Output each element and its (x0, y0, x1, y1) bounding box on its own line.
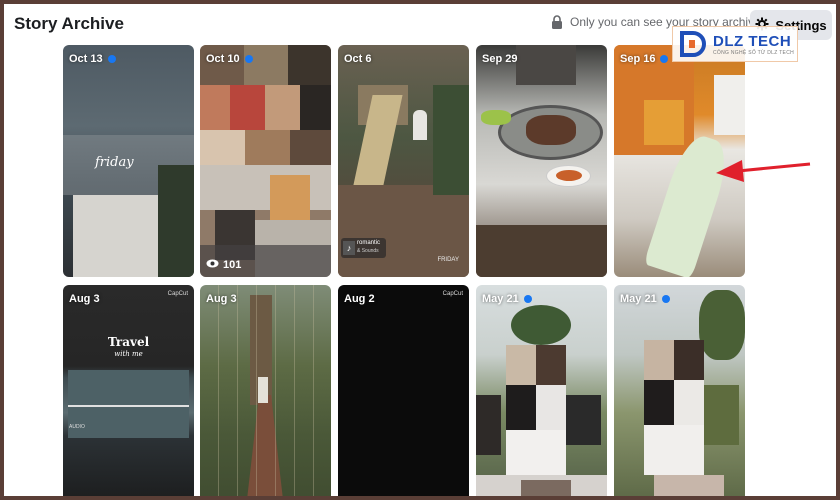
vegetables (481, 110, 511, 125)
tree (699, 290, 745, 360)
story-date: Aug 3 (206, 293, 237, 305)
wooden-deck (338, 185, 469, 277)
railing (68, 405, 189, 407)
drink (644, 100, 684, 145)
story-card[interactable]: Aug 3 (200, 285, 331, 496)
story-tag: FRIDAY (437, 257, 459, 263)
plate (714, 75, 745, 135)
story-card[interactable]: Oct 10 101 (200, 45, 331, 277)
floor (476, 225, 607, 277)
phone-hand (476, 395, 501, 455)
overlay-script-text: friday (95, 155, 134, 170)
unread-dot (523, 295, 532, 303)
dlz-tech-watermark: DLZ TECH CÔNG NGHỆ SỐ TỪ DLZ TECH (672, 26, 798, 62)
story-date: Oct 6 (344, 53, 372, 65)
watermark-subtitle: CÔNG NGHỆ SỐ TỪ DLZ TECH (713, 49, 795, 56)
capcut-badge: CapCut (167, 291, 188, 297)
rope-lines (200, 285, 331, 496)
unread-dot (107, 55, 116, 63)
capcut-badge: CapCut (442, 291, 463, 297)
page-title: Story Archive (14, 14, 124, 33)
building-ledge (73, 195, 163, 277)
trees (433, 85, 469, 195)
trees (158, 165, 194, 277)
music-subtitle: & Sounds (357, 248, 379, 254)
audio-label: AUDIO (69, 424, 85, 430)
meat (526, 115, 576, 145)
dlz-logo-icon (679, 30, 709, 58)
umbrella (413, 110, 427, 140)
story-card[interactable]: May 21 (476, 285, 607, 496)
story-card[interactable]: May 21 (614, 285, 745, 496)
story-date: Sep 29 (482, 53, 518, 65)
unread-dot (660, 55, 669, 63)
view-count: 101 (206, 259, 241, 271)
story-date: Aug 2 (344, 293, 375, 305)
story-card[interactable]: Oct 6 ♪ romantic & Sounds FRIDAY (338, 45, 469, 277)
unread-dot (244, 55, 253, 63)
story-date: Oct 10 (206, 53, 253, 65)
tree-canopy (511, 305, 571, 345)
story-date: Aug 3 (69, 293, 100, 305)
story-archive-page: Story Archive Only you can see your stor… (4, 4, 836, 496)
story-date: Sep 16 (620, 53, 669, 65)
eye-icon (206, 259, 219, 271)
story-date: May 21 (620, 293, 670, 305)
overlay-title: Travel (107, 335, 150, 349)
story-date: Oct 13 (69, 53, 116, 65)
story-card[interactable]: Oct 13 friday (63, 45, 194, 277)
sauce (556, 170, 582, 181)
person (516, 45, 576, 85)
overlay-subtitle: with me (114, 350, 143, 358)
unread-dot (661, 295, 670, 303)
music-icon: ♪ (343, 241, 355, 255)
lock-icon (551, 15, 563, 29)
red-arrow-annotation (716, 156, 812, 189)
watermark-name: DLZ TECH (713, 32, 792, 50)
music-title: romantic (357, 240, 381, 246)
ocean-view (68, 370, 189, 438)
story-date: May 21 (482, 293, 532, 305)
music-sticker: ♪ romantic & Sounds (341, 238, 386, 258)
story-card[interactable]: Sep 29 (476, 45, 607, 277)
story-card[interactable]: Aug 2 CapCut (338, 285, 469, 496)
story-card[interactable]: Aug 3 CapCut Travel with me AUDIO (63, 285, 194, 496)
